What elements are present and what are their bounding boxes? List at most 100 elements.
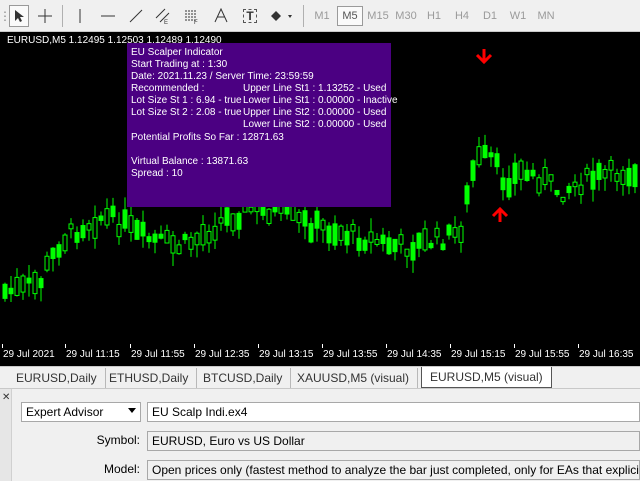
toolbar: ⋮ E F T M1 M5 M15 M30 H1 H4 D1 W1 MN	[0, 0, 640, 32]
chart-tab[interactable]: EURUSD,Daily	[8, 368, 106, 388]
candle-body	[176, 244, 182, 255]
info-spread: Spread : 10	[131, 168, 183, 179]
symbol-field[interactable]: EURUSD, Euro vs US Dollar	[147, 431, 640, 451]
candle-body	[68, 223, 74, 230]
candle-body	[182, 233, 188, 241]
timeframe-m15-button[interactable]: M15	[365, 6, 391, 26]
candle-body	[596, 162, 602, 180]
info-lot-st1: Lot Size St 1 : 6.94 - true	[131, 95, 242, 106]
horizontal-line-icon[interactable]	[98, 5, 118, 27]
chart-tab[interactable]: EURUSD,M5 (visual)	[421, 367, 552, 388]
info-recommended: Recommended :	[131, 83, 205, 94]
candle-body	[44, 255, 50, 271]
candle-body	[458, 225, 464, 243]
text-label-icon[interactable]: T	[240, 5, 260, 27]
candle-body	[164, 229, 170, 244]
candle-body	[536, 177, 542, 194]
cursor-icon[interactable]	[9, 5, 29, 27]
chart-tabs: EURUSD,Daily ETHUSD,Daily BTCUSD,Daily XAUU…	[0, 366, 640, 388]
shapes-icon[interactable]	[268, 5, 296, 27]
candle-body	[398, 234, 404, 245]
candle-body	[248, 206, 254, 213]
timeframe-m1-button[interactable]: M1	[309, 6, 335, 26]
candle-body	[266, 208, 272, 224]
candle-body	[206, 230, 212, 244]
candle-body	[548, 174, 554, 182]
chart-tab[interactable]: BTCUSD,Daily	[195, 368, 292, 388]
timeframe-w1-button[interactable]: W1	[505, 6, 531, 26]
timeframe-mn-button[interactable]: MN	[533, 6, 559, 26]
candle-body	[500, 177, 506, 191]
info-upper-st2: Upper Line St2 : 0.00000 - Used	[243, 107, 387, 118]
info-lower-st2: Lower Line St2 : 0.00000 - Used	[243, 119, 387, 130]
candle-body	[146, 236, 152, 243]
candle-body	[14, 276, 20, 296]
fibonacci-icon[interactable]: F	[182, 5, 202, 27]
candle-body	[2, 283, 8, 299]
candle-body	[62, 234, 68, 252]
time-tick	[514, 344, 515, 348]
candle-body	[362, 239, 368, 251]
time-label: 29 Jul 13:55	[323, 349, 378, 360]
candle-body	[8, 287, 14, 295]
candle-body	[470, 160, 476, 181]
candle-body	[530, 169, 536, 177]
candle-body	[560, 196, 566, 203]
candle-body	[554, 189, 560, 196]
time-tick	[258, 344, 259, 348]
candle-body	[122, 209, 128, 229]
chart-tab[interactable]: XAUUSD,M5 (visual)	[289, 368, 419, 388]
candle-body	[434, 227, 440, 238]
info-title: EU Scalper Indicator	[131, 47, 223, 58]
candle-body	[50, 247, 56, 259]
trendline-icon[interactable]	[126, 5, 146, 27]
channel-icon[interactable]: E	[153, 5, 173, 27]
timeframe-m5-button[interactable]: M5	[337, 6, 363, 26]
expert-field[interactable]: EU Scalp Indi.ex4	[147, 402, 640, 422]
candle-body	[302, 210, 308, 227]
chart-tab[interactable]: ETHUSD,Daily	[101, 368, 198, 388]
price-chart[interactable]: EURUSD,M5 1.12495 1.12503 1.12489 1.1249…	[0, 32, 640, 366]
time-label: 29 Jul 13:15	[259, 349, 314, 360]
candle-body	[74, 232, 80, 243]
candle-body	[92, 217, 98, 239]
time-label: 29 Jul 12:35	[195, 349, 250, 360]
candle-body	[140, 221, 146, 237]
candle-body	[314, 210, 320, 229]
mode-select[interactable]: Expert Advisor	[21, 402, 141, 422]
info-profits: Potential Profits So Far : 12871.63	[131, 132, 284, 143]
candle-body	[236, 212, 242, 230]
candle-body	[584, 167, 590, 176]
close-icon[interactable]: ✕	[2, 392, 10, 403]
candle-body	[98, 215, 104, 221]
candle-body	[320, 219, 326, 231]
timeframe-d1-button[interactable]: D1	[477, 6, 503, 26]
candle-body	[374, 239, 380, 245]
candle-body	[482, 144, 488, 159]
timeframe-h1-button[interactable]: H1	[421, 6, 447, 26]
time-label: 29 Jul 2021	[3, 349, 55, 360]
time-tick	[450, 344, 451, 348]
time-label: 29 Jul 14:35	[387, 349, 442, 360]
candle-body	[506, 178, 512, 198]
text-icon[interactable]	[211, 5, 231, 27]
candle-body	[218, 217, 224, 224]
vertical-line-icon[interactable]	[70, 5, 90, 27]
candle-body	[512, 162, 518, 184]
candle-body	[446, 224, 452, 236]
time-label: 29 Jul 16:35	[579, 349, 634, 360]
candle-body	[518, 160, 524, 180]
crosshair-icon[interactable]	[35, 5, 55, 27]
model-field[interactable]: Open prices only (fastest method to anal…	[147, 460, 640, 480]
candle-body	[488, 152, 494, 158]
candle-body	[224, 207, 230, 226]
timeframe-h4-button[interactable]: H4	[449, 6, 475, 26]
panel-grip[interactable]: ✕	[0, 389, 12, 481]
chevron-down-icon	[128, 408, 136, 413]
symbol-label: Symbol:	[96, 433, 140, 447]
candle-body	[620, 169, 626, 185]
timeframe-m30-button[interactable]: M30	[393, 6, 419, 26]
candle-body	[416, 232, 422, 249]
candle-body	[230, 213, 236, 232]
candle-body	[56, 244, 62, 258]
